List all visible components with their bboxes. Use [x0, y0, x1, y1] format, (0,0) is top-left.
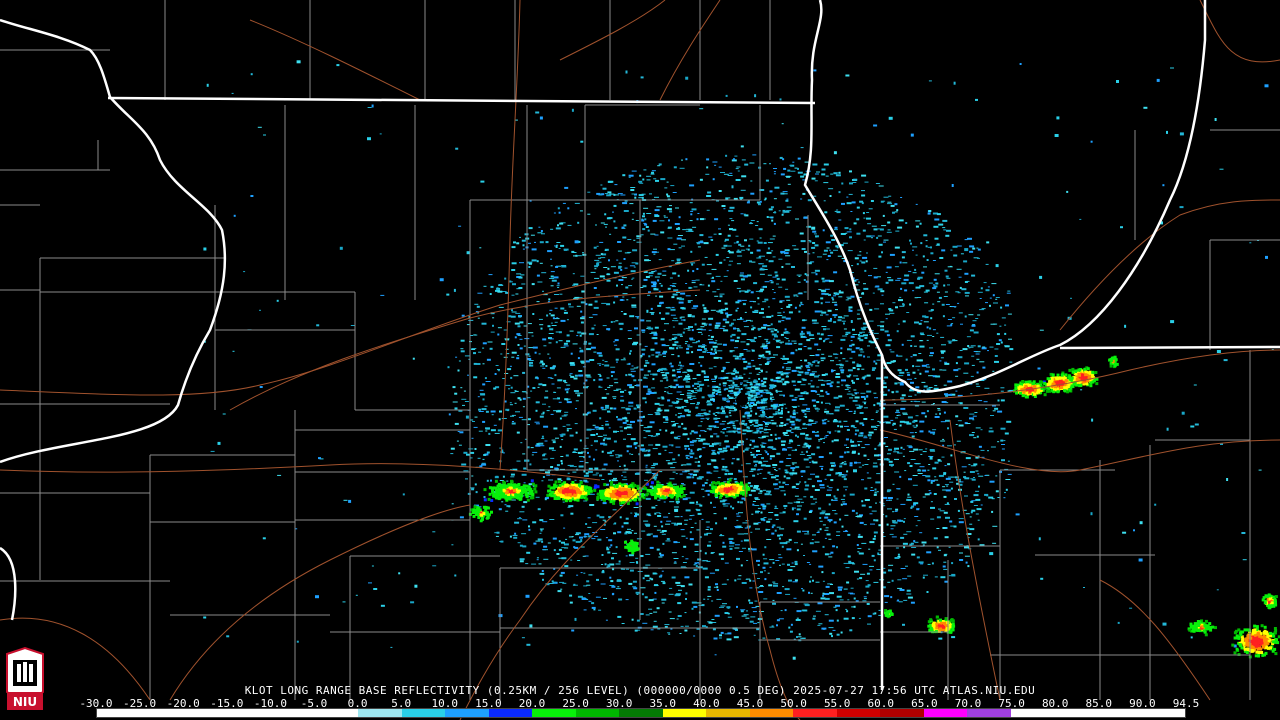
- scale-segment: [1010, 709, 1055, 717]
- scale-segment: [271, 709, 315, 717]
- scale-segment: [1141, 709, 1185, 717]
- scale-segment: [140, 709, 185, 717]
- scale-segment: [401, 709, 446, 717]
- scale-segment: [227, 709, 272, 717]
- scale-segment: [662, 709, 707, 717]
- scale-segment: [619, 709, 663, 717]
- scale-segment: [184, 709, 228, 717]
- scale-segment: [314, 709, 359, 717]
- scale-segment: [575, 709, 620, 717]
- scale-segment: [1054, 709, 1098, 717]
- radar-site-marker: [736, 394, 748, 406]
- scale-segment: [706, 709, 750, 717]
- scale-segment: [793, 709, 837, 717]
- niu-logo-icon: NIU: [6, 646, 44, 710]
- radar-map: [0, 0, 1280, 720]
- scale-segment: [445, 709, 489, 717]
- scale-segment: [967, 709, 1011, 717]
- scale-segment: [358, 709, 402, 717]
- scale-segment: [532, 709, 576, 717]
- scale-segment: [488, 709, 533, 717]
- scale-segment: [749, 709, 794, 717]
- scale-segment: [880, 709, 924, 717]
- scale-segment: [97, 709, 141, 717]
- scale-segment: [836, 709, 881, 717]
- scale-segment: [1097, 709, 1142, 717]
- reflectivity-color-bar: [96, 708, 1186, 718]
- radar-product-caption: KLOT LONG RANGE BASE REFLECTIVITY (0.25K…: [244, 684, 1036, 697]
- scale-segment: [923, 709, 968, 717]
